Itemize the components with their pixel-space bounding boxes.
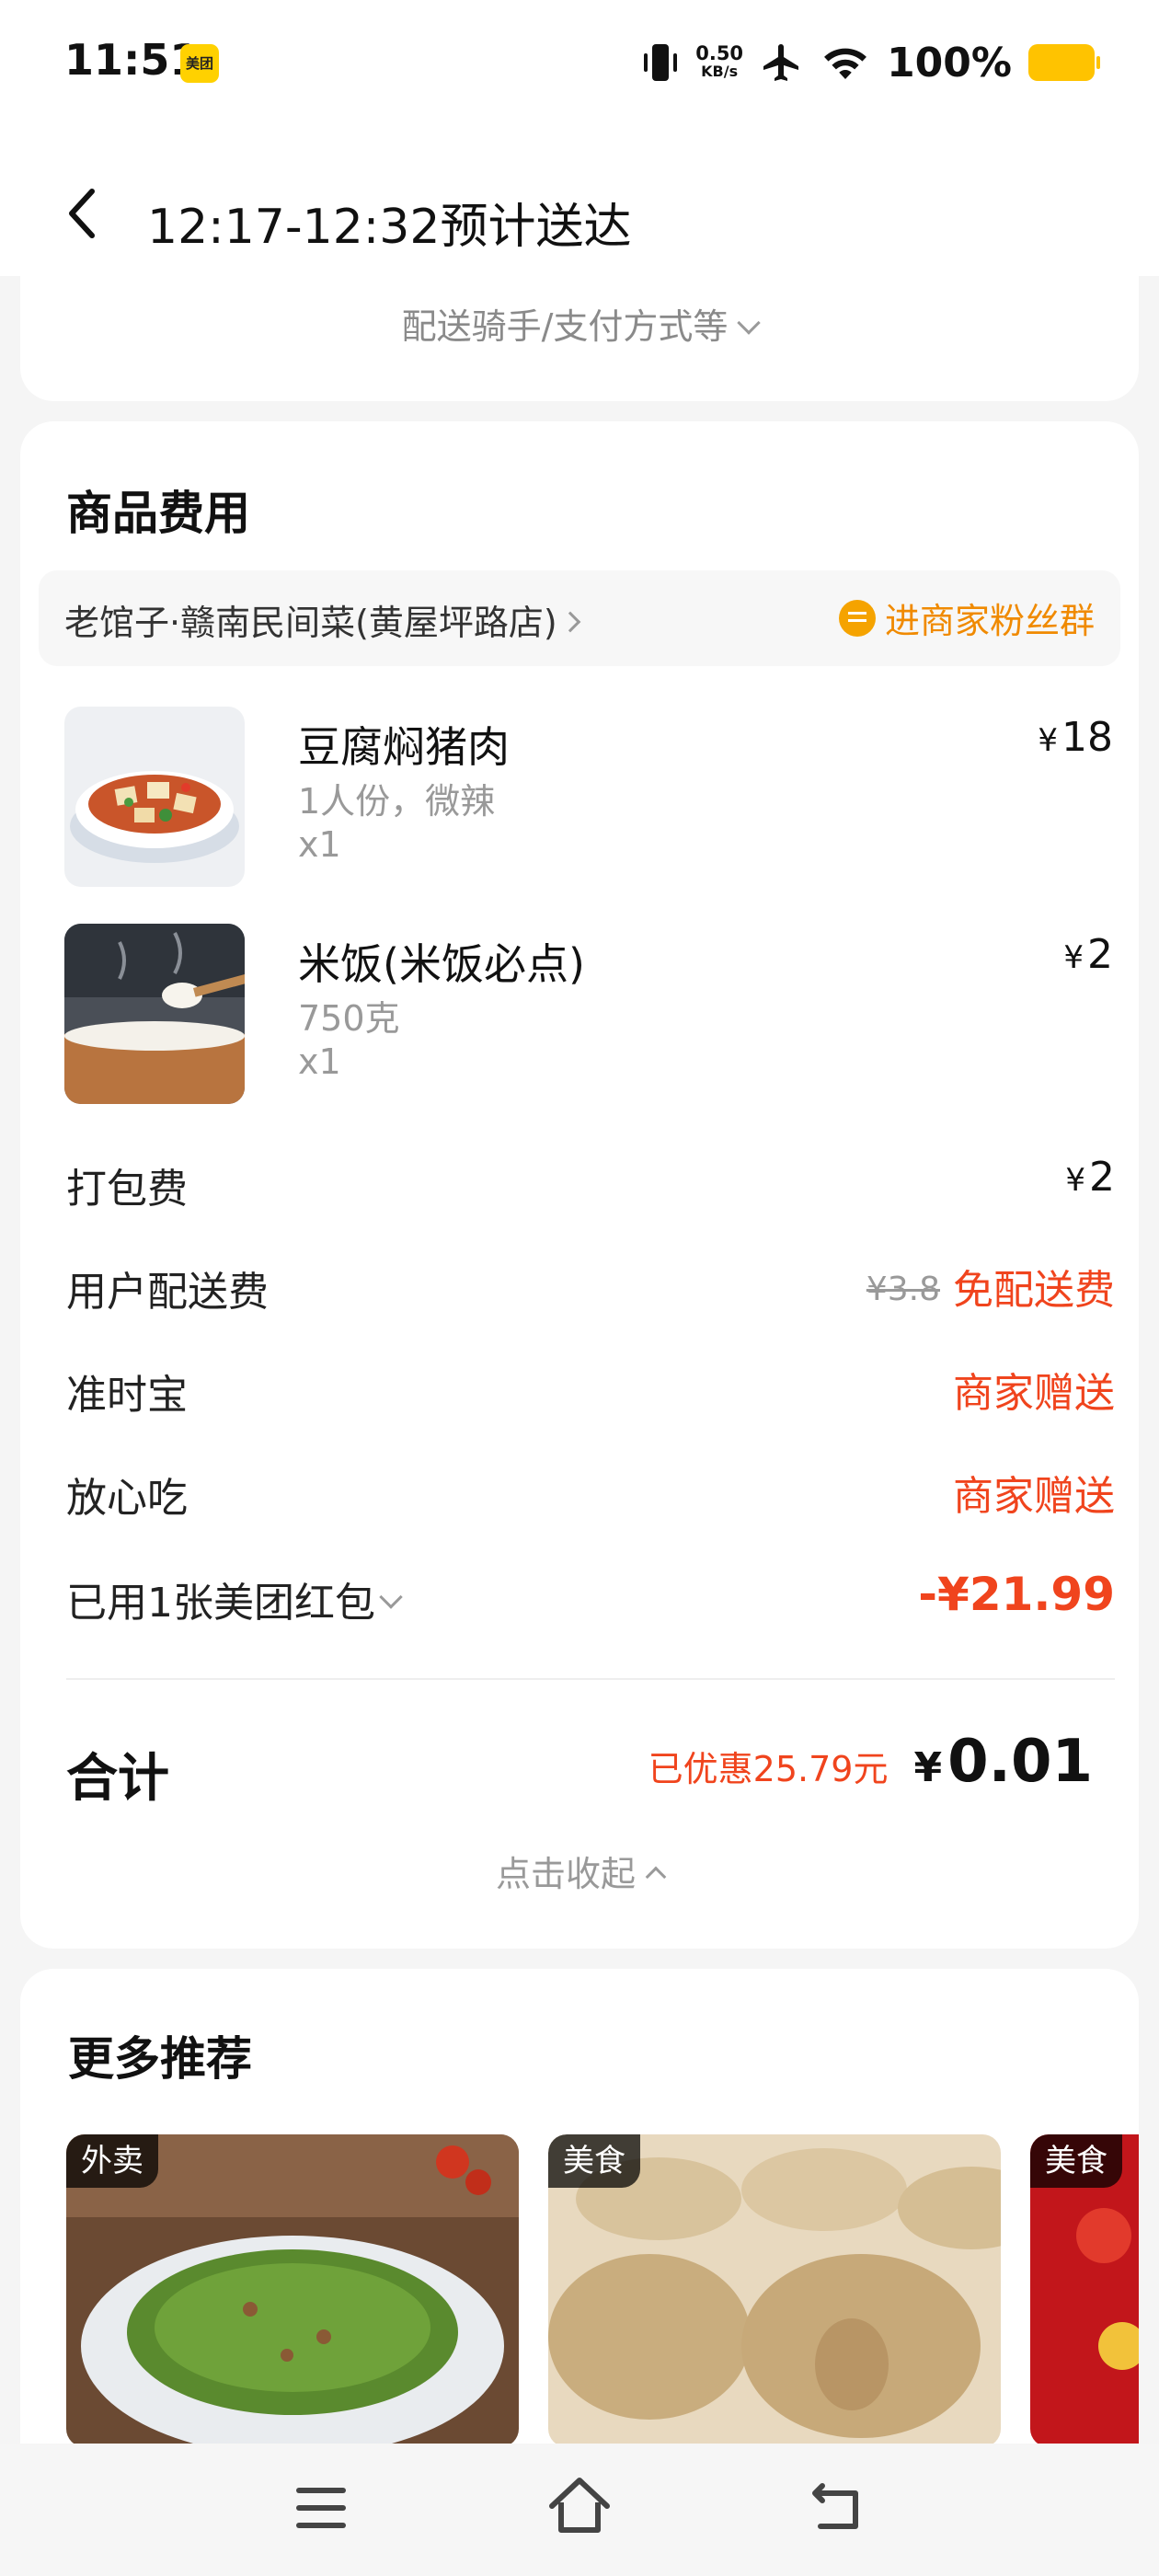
recommend-item[interactable]: 美食 bbox=[1030, 2134, 1139, 2447]
back-button[interactable] bbox=[57, 186, 112, 241]
wifi-icon bbox=[824, 48, 867, 79]
item-price: ¥18 bbox=[1038, 714, 1113, 761]
item-spec: 1人份，微辣 bbox=[298, 781, 496, 822]
currency-symbol: ¥ bbox=[913, 1744, 943, 1791]
packing-fee-row: 打包费 ¥2 bbox=[66, 1148, 1115, 1213]
status-bar: 11:51 美团 0.50 KB/s 100% bbox=[0, 0, 1159, 129]
item-name: 豆腐焖猪肉 bbox=[298, 722, 510, 772]
shop-bar: 老馆子·赣南民间菜(黄屋坪路店) 进商家粉丝群 bbox=[39, 570, 1120, 666]
goods-fee-card: 商品费用 老馆子·赣南民间菜(黄屋坪路店) 进商家粉丝群 豆腐焖猪肉 1人份，微… bbox=[20, 421, 1139, 1949]
vibrate-icon bbox=[642, 42, 679, 83]
network-speed-unit: KB/s bbox=[701, 63, 739, 80]
packing-fee-label: 打包费 bbox=[66, 1166, 188, 1213]
item-spec: 750克 bbox=[298, 998, 400, 1039]
status-time: 11:51 bbox=[64, 35, 200, 85]
item-quantity: x1 bbox=[298, 1041, 341, 1082]
chevron-down-icon bbox=[379, 1585, 403, 1609]
dish-image-tofu-pork bbox=[64, 707, 245, 887]
order-item[interactable]: 豆腐焖猪肉 1人份，微辣 x1 ¥18 bbox=[64, 707, 1113, 891]
item-price-value: 18 bbox=[1061, 714, 1113, 761]
home-icon[interactable] bbox=[548, 2475, 611, 2536]
item-name: 米饭(米饭必点) bbox=[298, 939, 585, 989]
dish-image-rice bbox=[64, 924, 245, 1104]
system-nav-bar bbox=[0, 2444, 1159, 2576]
status-icons: 0.50 KB/s 100% bbox=[642, 35, 1100, 90]
fans-group-button[interactable]: 进商家粉丝群 bbox=[838, 592, 1095, 643]
red-packet-value: -¥21.99 bbox=[918, 1568, 1115, 1621]
total-saved: 已优惠25.79元 bbox=[648, 1749, 889, 1789]
red-packet-text: 已用1张美团红包 bbox=[66, 1580, 375, 1627]
delivery-details-toggle[interactable]: 配送骑手/支付方式等 bbox=[20, 298, 1139, 349]
packing-fee-amount: 2 bbox=[1089, 1154, 1115, 1201]
currency-symbol: ¥ bbox=[1065, 1162, 1085, 1199]
section-title-goods: 商品费用 bbox=[66, 487, 250, 540]
item-price-value: 2 bbox=[1087, 931, 1113, 978]
back-nav-icon[interactable] bbox=[809, 2480, 865, 2532]
recommend-item[interactable]: 美食 bbox=[548, 2134, 1001, 2447]
fans-group-label: 进商家粉丝群 bbox=[884, 601, 1095, 641]
recommend-tag: 外卖 bbox=[66, 2134, 158, 2188]
delivery-fee-row: 用户配送费 ¥3.8 免配送费 bbox=[66, 1251, 1115, 1316]
network-speed-value: 0.50 bbox=[695, 42, 744, 64]
network-speed: 0.50 KB/s bbox=[695, 44, 743, 81]
delivery-fee-label: 用户配送费 bbox=[66, 1269, 269, 1316]
food-safety-value: 商家赠送 bbox=[953, 1473, 1115, 1520]
item-quantity: x1 bbox=[298, 824, 341, 865]
menu-icon[interactable] bbox=[296, 2488, 346, 2528]
recommend-tag: 美食 bbox=[548, 2134, 640, 2188]
food-safety-row: 放心吃 商家赠送 bbox=[66, 1457, 1115, 1522]
item-price: ¥2 bbox=[1063, 931, 1113, 978]
chat-icon bbox=[838, 599, 876, 637]
page-title: 12:17-12:32预计送达 bbox=[147, 200, 632, 255]
delivery-fee-value: ¥3.8 免配送费 bbox=[866, 1257, 1115, 1316]
delivery-details-label: 配送骑手/支付方式等 bbox=[401, 306, 729, 347]
chevron-down-icon bbox=[737, 311, 762, 335]
order-item[interactable]: 米饭(米饭必点) 750克 x1 ¥2 bbox=[64, 924, 1113, 1108]
divider bbox=[66, 1678, 1115, 1680]
shop-link[interactable]: 老馆子·赣南民间菜(黄屋坪路店) bbox=[64, 594, 581, 645]
shop-name: 老馆子·赣南民间菜(黄屋坪路店) bbox=[64, 603, 557, 643]
food-safety-label: 放心吃 bbox=[66, 1475, 188, 1522]
total-summary: 已优惠25.79元 ¥ 0.01 bbox=[648, 1728, 1093, 1796]
battery-icon bbox=[1028, 44, 1100, 81]
meituan-app-icon: 美团 bbox=[180, 44, 219, 83]
ontime-guarantee-value: 商家赠送 bbox=[953, 1370, 1115, 1417]
chevron-right-icon bbox=[559, 611, 581, 633]
collapse-label: 点击收起 bbox=[495, 1854, 636, 1894]
chevron-up-icon bbox=[645, 1866, 667, 1888]
ontime-guarantee-label: 准时宝 bbox=[66, 1372, 188, 1419]
delivery-fee-free: 免配送费 bbox=[953, 1267, 1115, 1314]
delivery-fee-original: ¥3.8 bbox=[866, 1271, 940, 1308]
airplane-icon bbox=[763, 44, 799, 81]
currency-symbol: ¥ bbox=[1038, 722, 1058, 759]
packing-fee-value: ¥2 bbox=[1065, 1154, 1115, 1201]
total-amount: 0.01 bbox=[947, 1728, 1093, 1796]
currency-symbol: ¥ bbox=[1063, 939, 1084, 976]
recommend-tag: 美食 bbox=[1030, 2134, 1122, 2188]
recommend-item[interactable]: 外卖 bbox=[66, 2134, 519, 2447]
delivery-info-card: 配送骑手/支付方式等 bbox=[20, 258, 1139, 401]
ontime-guarantee-row: 准时宝 商家赠送 bbox=[66, 1354, 1115, 1419]
page-header: 12:17-12:32预计送达 bbox=[0, 129, 1159, 276]
battery-percent: 100% bbox=[887, 39, 1012, 86]
red-packet-row[interactable]: 已用1张美团红包 -¥21.99 bbox=[66, 1562, 1115, 1627]
section-title-recommend: 更多推荐 bbox=[68, 2032, 252, 2086]
collapse-button[interactable]: 点击收起 bbox=[20, 1846, 1139, 1896]
red-packet-label: 已用1张美团红包 bbox=[66, 1570, 403, 1628]
total-label: 合计 bbox=[66, 1749, 169, 1809]
